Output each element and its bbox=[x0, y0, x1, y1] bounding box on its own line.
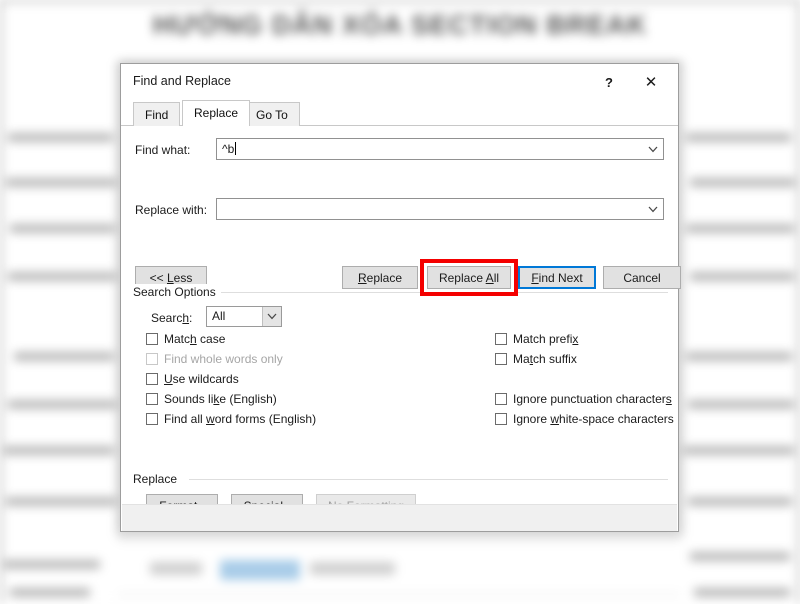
replace-button[interactable]: Replace bbox=[342, 266, 418, 289]
find-next-button[interactable]: Find Next bbox=[518, 266, 596, 289]
find-next-button-label: Find Next bbox=[531, 270, 583, 285]
checkbox-sounds-like-label: Sounds like (English) bbox=[164, 392, 277, 406]
checkbox-find-whole-words-only-box bbox=[146, 353, 158, 365]
checkbox-match-suffix[interactable]: Match suffix bbox=[495, 352, 577, 366]
find-what-input[interactable]: ^b bbox=[216, 138, 664, 160]
checkbox-find-whole-words-only-label: Find whole words only bbox=[164, 352, 283, 366]
checkbox-find-whole-words-only: Find whole words only bbox=[146, 352, 283, 366]
checkbox-match-suffix-box[interactable] bbox=[495, 353, 507, 365]
replace-all-button[interactable]: Replace All bbox=[427, 266, 511, 289]
search-scope-dropdown[interactable]: All bbox=[206, 306, 282, 327]
cancel-button-label: Cancel bbox=[623, 270, 661, 285]
tab-find-label: Find bbox=[145, 108, 169, 122]
tab-replace-label: Replace bbox=[194, 106, 239, 120]
tab-replace[interactable]: Replace bbox=[182, 100, 251, 126]
checkbox-use-wildcards-label: Use wildcards bbox=[164, 372, 239, 386]
checkbox-ignore-punctuation-characters-label: Ignore punctuation characters bbox=[513, 392, 672, 406]
checkbox-match-prefix-box[interactable] bbox=[495, 333, 507, 345]
less-button-label: << Less bbox=[149, 270, 193, 285]
replace-with-dropdown-chevron-down-icon[interactable] bbox=[642, 199, 663, 219]
checkbox-use-wildcards-box[interactable] bbox=[146, 373, 158, 385]
replace-button-label: Replace bbox=[357, 270, 403, 285]
checkbox-ignore-punctuation-characters-box[interactable] bbox=[495, 393, 507, 405]
replace-with-value[interactable] bbox=[217, 199, 642, 219]
dialog-tabs: Find Replace Go To bbox=[121, 100, 678, 126]
replace-with-label: Replace with: bbox=[135, 203, 208, 217]
tab-go-to[interactable]: Go To bbox=[244, 102, 300, 126]
checkbox-sounds-like[interactable]: Sounds like (English) bbox=[146, 392, 277, 406]
checkbox-match-case[interactable]: Match case bbox=[146, 332, 225, 346]
search-scope-value: All bbox=[212, 309, 226, 323]
checkbox-find-all-word-forms-label: Find all word forms (English) bbox=[164, 412, 317, 426]
cancel-button[interactable]: Cancel bbox=[603, 266, 681, 289]
help-icon[interactable]: ? bbox=[596, 70, 622, 94]
tab-go-to-label: Go To bbox=[256, 108, 288, 122]
dialog-title-bar[interactable]: Find and Replace ? ✕ bbox=[121, 64, 678, 100]
find-what-value: ^b bbox=[222, 142, 235, 156]
replace-with-input[interactable] bbox=[216, 198, 664, 220]
dialog-body: Find what: ^b Replace with: << Less Repl… bbox=[121, 126, 681, 531]
checkbox-find-all-word-forms[interactable]: Find all word forms (English) bbox=[146, 412, 316, 426]
dialog-title: Find and Replace bbox=[133, 74, 231, 88]
checkbox-ignore-punctuation-characters[interactable]: Ignore punctuation characters bbox=[495, 392, 672, 406]
checkbox-sounds-like-box[interactable] bbox=[146, 393, 158, 405]
replace-group-label: Replace bbox=[133, 472, 183, 486]
find-what-label: Find what: bbox=[135, 143, 191, 157]
checkbox-ignore-white-space-characters-label: Ignore white-space characters bbox=[513, 412, 674, 426]
checkbox-match-prefix-label: Match prefix bbox=[513, 332, 579, 346]
checkbox-match-suffix-label: Match suffix bbox=[513, 352, 577, 366]
document-title: HƯỚNG DẪN XÓA SECTION BREAK bbox=[152, 10, 648, 40]
replace-all-button-label: Replace All bbox=[438, 270, 500, 285]
find-what-dropdown-chevron-down-icon[interactable] bbox=[642, 139, 663, 159]
checkbox-use-wildcards[interactable]: Use wildcards bbox=[146, 372, 239, 386]
search-options-group-label-front: Search Options bbox=[133, 285, 221, 299]
checkbox-match-case-label: Match case bbox=[164, 332, 226, 346]
search-scope-label: Search: bbox=[151, 311, 192, 325]
close-icon[interactable]: ✕ bbox=[638, 70, 664, 94]
tab-find[interactable]: Find bbox=[133, 102, 181, 126]
checkbox-ignore-white-space-characters[interactable]: Ignore white-space characters bbox=[495, 412, 674, 426]
find-what-value-wrap[interactable]: ^b bbox=[217, 139, 642, 159]
checkbox-find-all-word-forms-box[interactable] bbox=[146, 413, 158, 425]
checkbox-ignore-white-space-characters-box[interactable] bbox=[495, 413, 507, 425]
dialog-footer-strip bbox=[122, 504, 677, 531]
search-scope-chevron-down-icon[interactable] bbox=[262, 307, 281, 326]
replace-group-rule bbox=[133, 479, 668, 480]
search-scope-label-text: Search: bbox=[151, 311, 193, 325]
checkbox-match-case-box[interactable] bbox=[146, 333, 158, 345]
text-cursor bbox=[235, 142, 237, 155]
find-and-replace-dialog: Find and Replace ? ✕ Find Replace Go To … bbox=[120, 63, 681, 532]
checkbox-match-prefix[interactable]: Match prefix bbox=[495, 332, 578, 346]
